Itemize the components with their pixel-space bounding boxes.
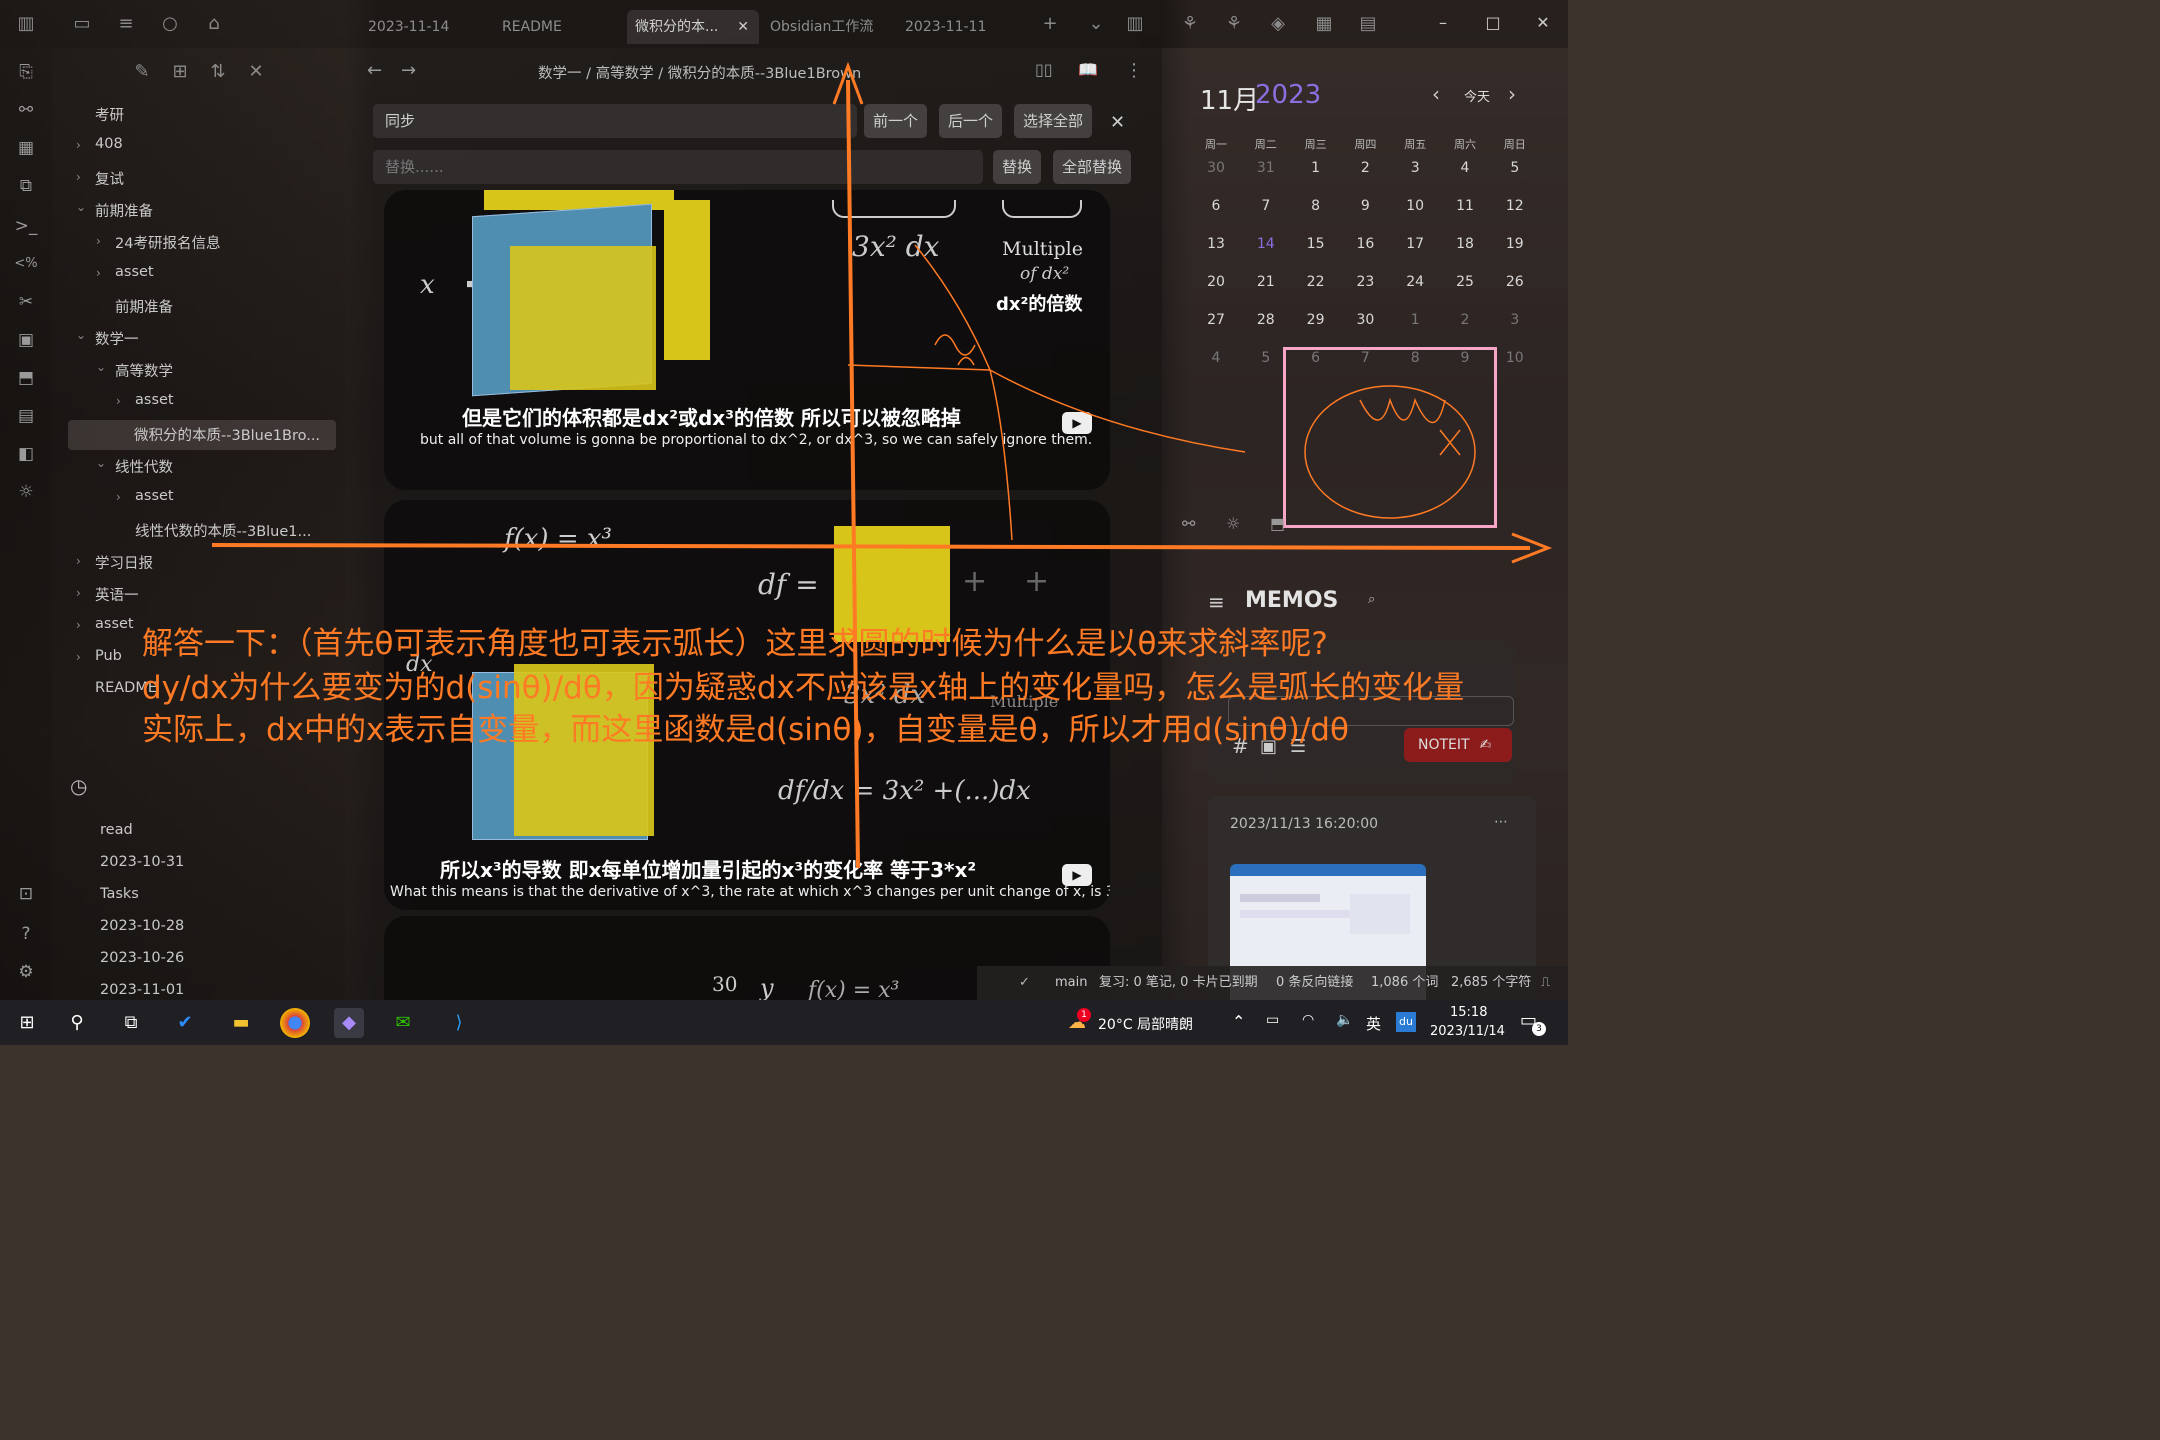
- circle-scribble: [1359, 397, 1461, 456]
- annotation-drawing: [211, 61, 1553, 869]
- x-axis-line: [211, 543, 1531, 550]
- curve-sketch: [914, 244, 1013, 541]
- tangent-line: [847, 364, 1246, 453]
- annotation-line-1: 解答一下：（首先θ可表示角度也可表示弧长）这里求圆的时候为什么是以θ来求斜率呢?: [142, 626, 1328, 662]
- circle-sketch: [1304, 385, 1476, 519]
- handwritten-scribble: [934, 334, 976, 366]
- y-axis-line: [846, 79, 860, 869]
- annotation-line-2: dy/dx为什么要变为的d(sinθ)/dθ，因为疑惑dx不应该是x轴上的变化量…: [142, 670, 1465, 706]
- annotation-line-3: 实际上，dx中的x表示自变量，而这里函数是d(sinθ)，自变量是θ，所以才用d…: [142, 712, 1349, 748]
